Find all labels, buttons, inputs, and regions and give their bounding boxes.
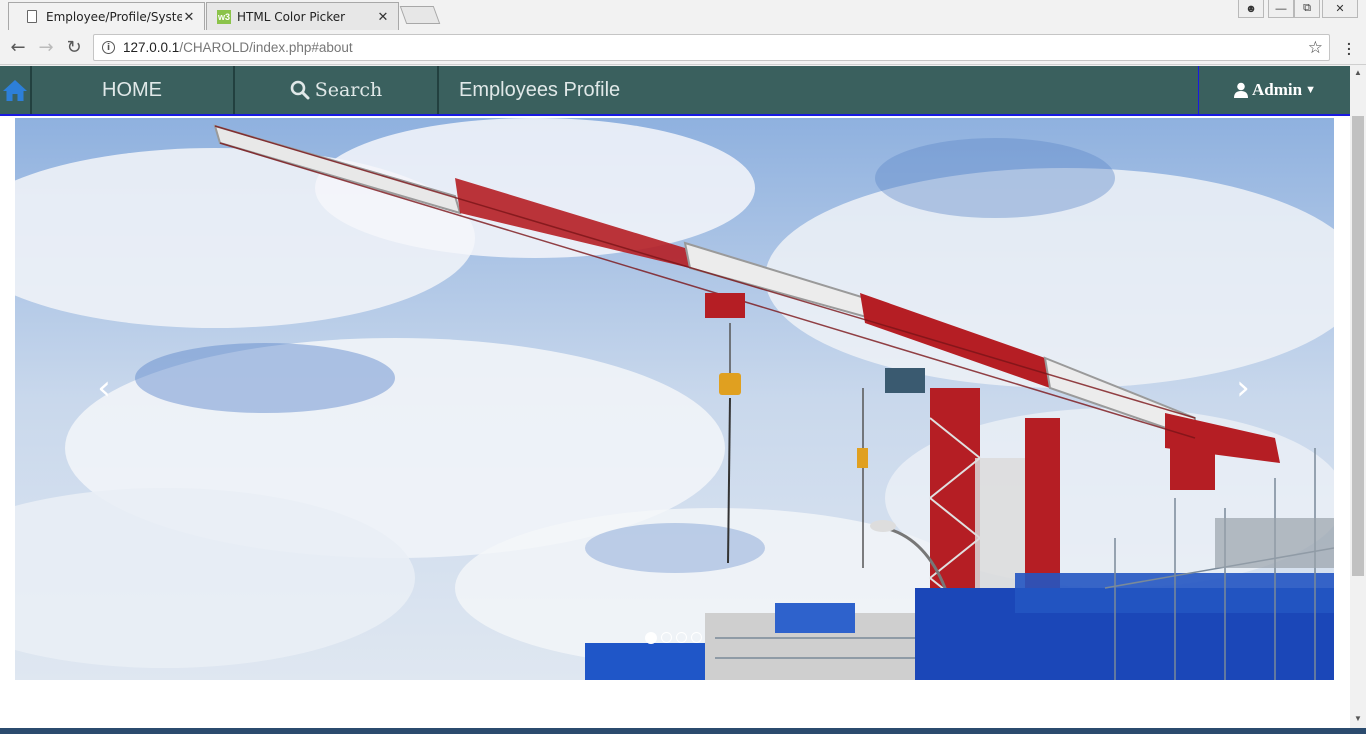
scroll-up-icon[interactable]: ▲ <box>1350 66 1366 80</box>
admin-label: Admin <box>1252 80 1303 99</box>
nav-divider <box>437 66 439 114</box>
url-path: /CHAROLD/index.php#about <box>179 40 353 55</box>
home-icon[interactable] <box>0 66 30 114</box>
site-navbar: HOME Search Employees Profile Admin ▼ <box>0 66 1350 116</box>
search-icon <box>290 80 310 100</box>
tab-color-picker[interactable]: w3 HTML Color Picker ✕ <box>206 2 399 30</box>
carousel-indicator[interactable] <box>676 632 687 643</box>
address-bar[interactable]: i 127.0.0.1/CHAROLD/index.php#about ☆ <box>93 34 1330 61</box>
w3schools-icon: w3 <box>217 9 231 24</box>
close-tab-icon[interactable]: ✕ <box>376 9 390 25</box>
scrollbar-thumb[interactable] <box>1352 116 1364 576</box>
carousel-indicators <box>645 632 702 644</box>
reload-button[interactable]: ↻ <box>63 36 85 58</box>
new-tab-button[interactable] <box>399 6 441 24</box>
nav-divider <box>1198 66 1199 114</box>
construction-crane-image <box>15 118 1334 680</box>
carousel-indicator[interactable] <box>691 632 702 643</box>
minimize-button[interactable]: — <box>1268 0 1294 18</box>
profile-icon[interactable]: ☻ <box>1238 0 1264 18</box>
admin-dropdown[interactable]: Admin ▼ <box>1200 66 1350 114</box>
close-window-button[interactable]: ✕ <box>1322 0 1358 18</box>
carousel-indicator[interactable] <box>645 632 657 644</box>
tab-title: HTML Color Picker <box>237 9 346 24</box>
document-icon <box>27 10 37 23</box>
carousel-indicator[interactable] <box>661 632 672 643</box>
scroll-down-icon[interactable]: ▼ <box>1350 712 1366 726</box>
close-tab-icon[interactable]: ✕ <box>182 9 196 25</box>
page-scrollbar[interactable]: ▲ ▼ <box>1350 66 1366 728</box>
back-button[interactable]: ← <box>7 36 29 58</box>
carousel-next-icon[interactable]: › <box>1223 368 1263 408</box>
nav-divider <box>233 66 235 114</box>
forward-button[interactable]: → <box>35 36 57 58</box>
nav-home-link[interactable]: HOME <box>32 66 232 114</box>
caret-down-icon: ▼ <box>1305 84 1316 96</box>
hero-carousel: ‹ › <box>15 118 1334 680</box>
restore-button[interactable]: ⧉ <box>1294 0 1320 18</box>
info-icon[interactable]: i <box>102 41 115 54</box>
browser-toolbar: ← → ↻ i 127.0.0.1/CHAROLD/index.php#abou… <box>0 30 1366 65</box>
browser-menu-icon[interactable]: ... <box>1344 33 1354 57</box>
nav-employees-profile-link[interactable]: Employees Profile <box>459 66 620 114</box>
tab-strip: Employee/Profile/System ✕ w3 HTML Color … <box>0 0 1366 30</box>
tab-title: Employee/Profile/System <box>46 9 182 24</box>
carousel-prev-icon[interactable]: ‹ <box>84 368 124 408</box>
user-icon <box>1234 82 1249 98</box>
search-label: Search <box>314 79 383 101</box>
tab-employee-profile[interactable]: Employee/Profile/System ✕ <box>8 2 205 30</box>
page-viewport: HOME Search Employees Profile Admin ▼ ‹ … <box>0 66 1350 728</box>
bookmark-star-icon[interactable]: ☆ <box>1308 38 1323 58</box>
url-host: 127.0.0.1 <box>123 40 180 55</box>
nav-search-link[interactable]: Search <box>236 66 436 114</box>
os-taskbar <box>0 728 1366 734</box>
